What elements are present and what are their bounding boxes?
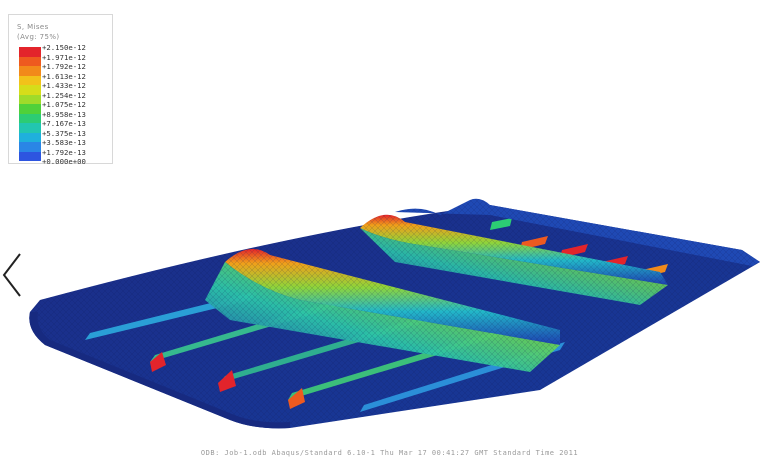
legend-swatch (19, 85, 41, 95)
legend-label: +7.167e-13 (42, 119, 86, 128)
legend-label: +1.075e-12 (42, 100, 86, 109)
legend-swatch (19, 113, 41, 123)
legend-swatch (19, 75, 41, 85)
legend-label: +8.958e-13 (42, 109, 86, 119)
legend-swatch (19, 132, 41, 142)
legend-swatch (19, 123, 41, 133)
legend-label: +0.000e+00 (42, 157, 86, 166)
viewport-caption: ODB: Job-1.odb Abaqus/Standard 6.10-1 Th… (200, 449, 579, 457)
legend-subtitle: (Avg: 75%) (17, 33, 60, 41)
legend-label: +1.613e-12 (42, 71, 86, 81)
legend-swatch (19, 56, 41, 66)
legend-swatch (19, 47, 41, 57)
legend-swatch (19, 66, 41, 76)
legend-label: +2.150e-12 (42, 43, 86, 52)
legend-swatch (19, 94, 41, 104)
legend-label: +3.583e-13 (42, 138, 86, 147)
legend-label: +1.792e-13 (42, 147, 86, 157)
legend-swatch (19, 151, 41, 161)
chevron-left-icon (2, 253, 21, 297)
legend-label: +1.433e-12 (42, 81, 86, 90)
legend-label: +1.792e-12 (42, 62, 86, 71)
legend-label: +5.375e-13 (42, 128, 86, 138)
legend-label: +1.254e-12 (42, 90, 86, 100)
previous-button[interactable] (0, 250, 26, 300)
model-viewport[interactable]: S, Mises (Avg: 75%) +2.150e-12 +1.971e-12… (0, 0, 779, 465)
contour-plot[interactable] (0, 0, 779, 465)
legend-swatch (19, 142, 41, 152)
legend-label: +1.971e-12 (42, 52, 86, 62)
contour-legend: S, Mises (Avg: 75%) +2.150e-12 +1.971e-12… (8, 14, 113, 166)
legend-title: S, Mises (17, 23, 49, 31)
legend-swatch (19, 104, 41, 114)
